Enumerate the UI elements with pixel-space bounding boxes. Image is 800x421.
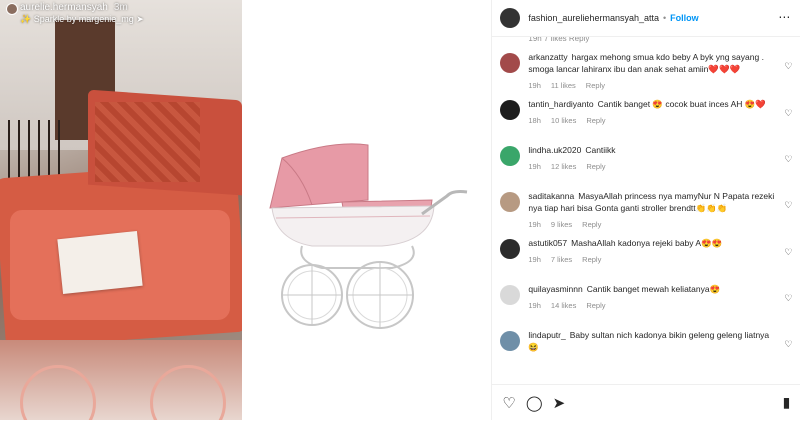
comment-item: astutik057 MashaAllah kadonya rejeki baby… <box>492 233 800 279</box>
story-photo: aurelie.hermansyah 3m ✨ Sparkle by margen… <box>0 0 242 420</box>
comment-meta: 18h 10 likes Reply <box>528 116 776 125</box>
comments-panel: fashion_aureliehermansyah_atta • Follow … <box>491 0 800 420</box>
comment-likes[interactable]: 10 likes <box>551 116 576 125</box>
post-image <box>241 0 492 420</box>
share-icon[interactable]: ➤ <box>553 394 566 412</box>
comment-body: lindaputr_ Baby sultan nich kadonya bikin… <box>528 329 776 353</box>
post-actions-bar: ♡ ◯ ➤ ▮ <box>492 384 800 421</box>
comment-like-icon[interactable]: ♡ <box>784 200 792 211</box>
commenter-avatar[interactable] <box>500 100 521 120</box>
comment-time: 19h <box>528 301 541 310</box>
commenter-username[interactable]: astutik057 <box>528 238 567 248</box>
comment-likes[interactable]: 14 likes <box>551 301 576 310</box>
post-author-avatar[interactable] <box>500 8 521 28</box>
reply-button[interactable]: Reply <box>586 301 605 310</box>
comment-meta: 19h 7 likes Reply <box>528 255 776 264</box>
instagram-post-view: aurelie.hermansyah 3m ✨ Sparkle by margen… <box>0 0 800 420</box>
comment-text: MashaAllah kadonya rejeki baby A😍😍 <box>571 238 723 248</box>
comment-time: 19h <box>528 162 541 171</box>
bookmark-icon[interactable]: ▮ <box>783 394 791 411</box>
comment-likes[interactable]: 9 likes <box>551 220 572 229</box>
comment-body: lindha.uk2020 Cantiikk <box>528 144 776 156</box>
comments-list[interactable]: 19h 7 likes Reply arkanzatty hargax mehon… <box>492 37 800 383</box>
commenter-avatar[interactable] <box>500 331 521 351</box>
reply-button[interactable]: Reply <box>586 162 605 171</box>
comment-like-icon[interactable]: ♡ <box>784 154 792 165</box>
comment-time: 19h <box>528 255 541 264</box>
gift-card <box>57 230 143 295</box>
comment-likes[interactable]: 12 likes <box>551 162 576 171</box>
post-author-username[interactable]: fashion_aureliehermansyah_atta <box>528 13 659 23</box>
comment-body: arkanzatty hargax mehong smua kdo beby A … <box>528 51 776 75</box>
reply-button[interactable]: Reply <box>586 116 605 125</box>
comment-text: Cantik banget mewah keliatanya😍 <box>586 284 721 294</box>
comment-meta: 19h 9 likes Reply <box>528 220 776 229</box>
separator-dot: • <box>662 13 667 23</box>
comment-meta: 19h 12 likes Reply <box>528 162 776 171</box>
comment-text: Cantiikk <box>585 145 616 155</box>
follow-button[interactable]: Follow <box>670 13 699 23</box>
comment-item: quilayasminnn Cantik banget mewah keliata… <box>492 279 800 325</box>
post-header: fashion_aureliehermansyah_atta • Follow … <box>492 0 800 37</box>
comment-body: astutik057 MashaAllah kadonya rejeki baby… <box>528 237 776 249</box>
like-icon[interactable]: ♡ <box>502 394 515 412</box>
comment-item: saditakanna MasyaAllah princess nya mamyN… <box>492 186 800 233</box>
comment-item: lindaputr_ Baby sultan nich kadonya bikin… <box>492 325 800 372</box>
comment-time: 19h <box>528 81 541 90</box>
comment-time: 19h <box>528 220 541 229</box>
comment-icon[interactable]: ◯ <box>526 394 543 412</box>
comment-body: tantin_hardiyanto Cantik banget 😍 cocok b… <box>528 98 776 110</box>
comment-like-icon[interactable]: ♡ <box>784 247 792 258</box>
commenter-avatar[interactable] <box>500 192 521 212</box>
reply-button[interactable]: Reply <box>582 255 601 264</box>
story-header: aurelie.hermansyah 3m ✨ Sparkle by margen… <box>0 0 242 24</box>
comment-likes[interactable]: 7 likes <box>551 255 572 264</box>
previous-comment-meta: 19h 7 likes Reply <box>528 37 590 43</box>
reply-button[interactable]: Reply <box>586 81 605 90</box>
comment-meta <box>528 359 776 368</box>
comment-text: Cantik banget 😍 cocok buat inces AH 😍❤️ <box>597 99 766 109</box>
commenter-username[interactable]: arkanzatty <box>528 52 567 62</box>
comment-meta: 19h 14 likes Reply <box>528 301 776 310</box>
story-time: 3m <box>113 2 128 13</box>
story-music-label[interactable]: ✨ Sparkle by margenie_mg ➤ <box>20 14 144 25</box>
commenter-username[interactable]: lindaputr_ <box>528 330 565 340</box>
commenter-username[interactable]: lindha.uk2020 <box>528 145 581 155</box>
story-avatar[interactable] <box>6 3 18 15</box>
comment-item: arkanzatty hargax mehong smua kdo beby A … <box>492 47 800 94</box>
comment-body: saditakanna MasyaAllah princess nya mamyN… <box>528 190 776 214</box>
pram-hood-lining <box>95 102 200 182</box>
reply-button[interactable]: Reply <box>582 220 601 229</box>
comment-like-icon[interactable]: ♡ <box>784 61 792 72</box>
commenter-avatar[interactable] <box>500 239 521 259</box>
commenter-username[interactable]: quilayasminnn <box>528 284 582 294</box>
comment-like-icon[interactable]: ♡ <box>784 293 792 304</box>
pink-pram-illustration <box>269 143 467 329</box>
comment-time: 18h <box>528 116 541 125</box>
commenter-avatar[interactable] <box>500 146 521 166</box>
comment-item: lindha.uk2020 Cantiikk 19h 12 likes Reply ♡ <box>492 140 800 186</box>
comment-body: quilayasminnn Cantik banget mewah keliata… <box>528 283 776 295</box>
comment-likes[interactable]: 11 likes <box>551 81 576 90</box>
comment-like-icon[interactable]: ♡ <box>784 339 792 350</box>
commenter-username[interactable]: tantin_hardiyanto <box>528 99 593 109</box>
more-options-icon[interactable]: ⋯ <box>778 10 790 24</box>
comment-meta: 19h 11 likes Reply <box>528 81 776 90</box>
story-username[interactable]: aurelie.hermansyah <box>20 2 108 13</box>
commenter-avatar[interactable] <box>500 285 521 305</box>
commenter-username[interactable]: saditakanna <box>528 191 574 201</box>
comment-item: tantin_hardiyanto Cantik banget 😍 cocok b… <box>492 94 800 140</box>
commenter-avatar[interactable] <box>500 53 521 73</box>
comment-like-icon[interactable]: ♡ <box>784 108 792 119</box>
